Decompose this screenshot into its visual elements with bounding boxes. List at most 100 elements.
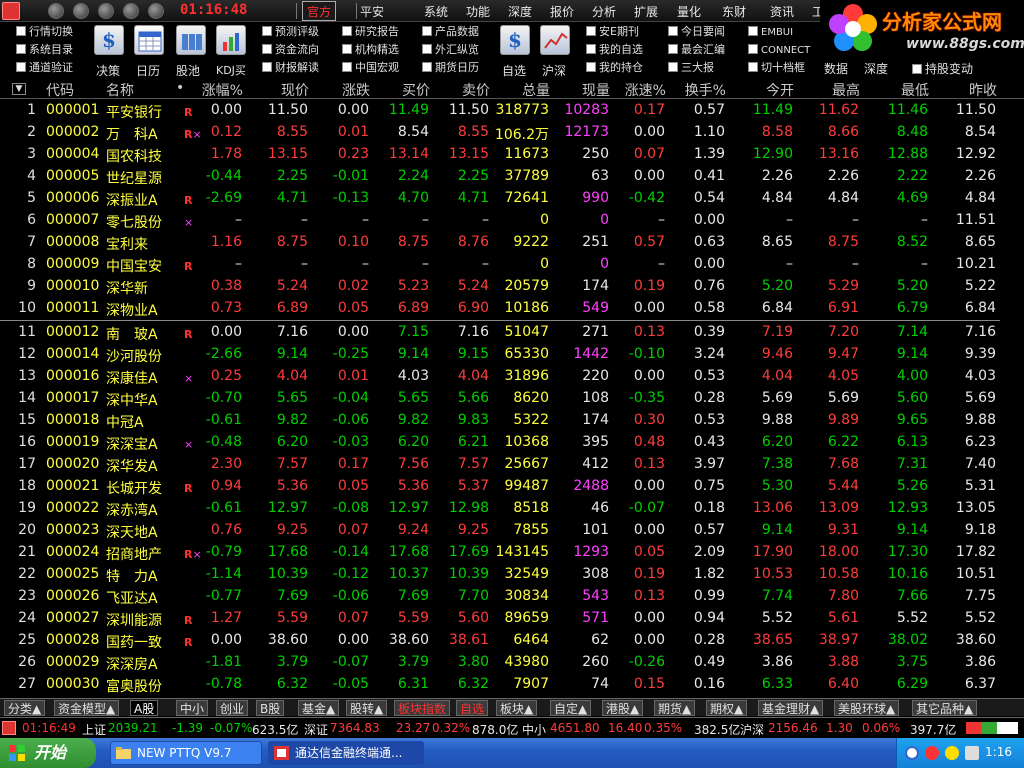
toolbar-item[interactable]: 期货日历 <box>422 62 479 74</box>
holding-change-item[interactable]: 持股变动 <box>912 60 973 77</box>
table-row[interactable]: 14 000017 深中华A -0.70 5.65 -0.04 5.65 5.66 8620 10… <box>0 388 1024 410</box>
table-row[interactable]: 18 000021 长城开发 R 0.94 5.36 0.05 5.36 5.37 99487 24… <box>0 476 1024 498</box>
back-circle-icon[interactable] <box>905 746 919 760</box>
toolbar-item[interactable]: 预测评级 <box>262 26 319 38</box>
data-link[interactable]: 数据 <box>824 60 848 77</box>
table-row[interactable]: 21 000024 招商地产 R× -0.79 17.68 -0.14 17.68 17.69 1… <box>0 542 1024 564</box>
toolbar-item[interactable]: 资金流向 <box>262 44 319 56</box>
table-row[interactable]: 16 000019 深深宝A × -0.48 6.20 -0.03 6.20 6.21 10368… <box>0 432 1024 454</box>
menu-extend[interactable]: 扩展 <box>634 3 658 20</box>
table-row[interactable]: 9 000010 深华新 0.38 5.24 0.02 5.23 5.24 20579 174 0.… <box>0 276 1024 298</box>
header-current-vol[interactable]: 现量 <box>582 80 610 100</box>
toolbar-item[interactable]: 我的自选 <box>586 44 643 56</box>
header-turnover[interactable]: 换手% <box>685 80 726 100</box>
up-icon[interactable] <box>98 3 114 19</box>
table-row[interactable]: 10 000011 深物业A 0.73 6.89 0.05 6.89 6.90 10186 549… <box>0 298 1024 320</box>
toolbar-item[interactable]: 切十档框 <box>748 62 805 74</box>
header-diff[interactable]: 涨跌 <box>342 80 370 100</box>
input-method-icon[interactable] <box>965 746 979 760</box>
tab-gem[interactable]: 创业 <box>216 700 249 716</box>
header-change-pct[interactable]: 涨幅% <box>202 80 243 100</box>
toolbar-item[interactable]: 产品数据 <box>422 26 479 38</box>
app-logo-icon[interactable] <box>2 2 20 20</box>
table-row[interactable]: 27 000030 富奥股份 -0.78 6.32 -0.05 6.31 6.32 7907 74… <box>0 674 1024 696</box>
tab-sme[interactable]: 中小 <box>176 700 209 716</box>
toolbar-item[interactable]: 我的持仓 <box>586 62 643 74</box>
table-row[interactable]: 13 000016 深康佳A × 0.25 4.04 0.01 4.03 4.04 31896 22… <box>0 366 1024 388</box>
menu-quote[interactable]: 报价 <box>550 3 574 20</box>
header-ask[interactable]: 卖价 <box>462 80 490 100</box>
tab-b-shares[interactable]: B股 <box>256 700 285 716</box>
shsz-button[interactable]: 沪深 <box>542 62 566 79</box>
table-row[interactable]: 22 000025 特 力A -1.14 10.39 -0.12 10.37 10.39 325… <box>0 564 1024 586</box>
toolbar-item[interactable]: 外汇纵览 <box>422 44 479 56</box>
table-row[interactable]: 4 000005 世纪星源 -0.44 2.25 -0.01 2.24 2.25 37789 63… <box>0 166 1024 188</box>
task-folder[interactable]: NEW PTTQ V9.7 <box>110 741 262 765</box>
table-row[interactable]: 3 000004 国农科技 1.78 13.15 0.23 13.14 13.15 11673 2… <box>0 144 1024 166</box>
table-row[interactable]: 8 000009 中国宝安 R – – – – – 0 0 – 0.00 – – – 10.21 <box>0 254 1024 276</box>
header-high[interactable]: 最高 <box>832 80 860 100</box>
toolbar-item[interactable]: 机构精选 <box>342 44 399 56</box>
stock-pool-icon[interactable] <box>176 25 206 55</box>
menu-analysis[interactable]: 分析 <box>592 3 616 20</box>
toolbar-item[interactable]: 三大报 <box>668 62 714 74</box>
menu-system[interactable]: 系统 <box>424 3 448 20</box>
table-row[interactable]: 1 000001 平安银行 R 0.00 11.50 0.00 11.49 11.50 31877… <box>0 100 1024 122</box>
header-speed[interactable]: 涨速% <box>625 80 666 100</box>
header-code[interactable]: 代码 <box>46 80 74 100</box>
tab-options[interactable]: 期权▲ <box>706 700 748 716</box>
tab-others[interactable]: 其它品种▲ <box>912 700 978 716</box>
forward-icon[interactable] <box>73 3 89 19</box>
tab-wealth[interactable]: 基金理财▲ <box>758 700 824 716</box>
calendar-button[interactable]: 日历 <box>136 62 160 79</box>
dollar-icon[interactable]: $ <box>94 25 124 55</box>
table-row[interactable]: 15 000018 中冠A -0.61 9.82 -0.06 9.82 9.83 5322 174… <box>0 410 1024 432</box>
toolbar-item[interactable]: 安E期刊 <box>586 26 639 38</box>
table-row[interactable]: 25 000028 国药一致 R 0.00 38.60 0.00 38.60 38.61 6464… <box>0 630 1024 652</box>
tab-watchlist[interactable]: 自选 <box>456 700 489 716</box>
header-volume[interactable]: 总量 <box>522 80 550 100</box>
stock-pool-button[interactable]: 股池 <box>176 62 200 79</box>
tab-a-shares[interactable]: A股 <box>130 700 159 716</box>
toolbar-item[interactable]: 通道验证 <box>16 62 73 74</box>
tab-pingan[interactable]: 平安 <box>360 3 384 20</box>
tab-category[interactable]: 分类▲ <box>4 700 46 716</box>
menu-depth[interactable]: 深度 <box>508 3 532 20</box>
dollar-icon[interactable]: $ <box>500 25 530 55</box>
toolbar-item[interactable]: 中国宏观 <box>342 62 399 74</box>
kdj-buy-button[interactable]: KDJ买 <box>216 62 246 78</box>
header-prev-close[interactable]: 昨收 <box>969 80 997 100</box>
table-row[interactable]: 11 000012 南 玻A R 0.00 7.16 0.00 7.15 7.16 51047 27… <box>0 322 1024 344</box>
toolbar-item[interactable]: 最会汇编 <box>668 44 725 56</box>
sort-menu-icon[interactable]: ▼ <box>12 83 26 95</box>
table-row[interactable]: 26 000029 深深房A -1.81 3.79 -0.07 3.79 3.80 43980 2… <box>0 652 1024 674</box>
header-price[interactable]: 现价 <box>281 80 309 100</box>
decision-button[interactable]: 决策 <box>96 62 120 79</box>
refresh-icon[interactable] <box>148 3 164 19</box>
tab-neeq[interactable]: 股转▲ <box>346 700 388 716</box>
table-row[interactable]: 12 000014 沙河股份 -2.66 9.14 -0.25 9.14 9.15 65330 1… <box>0 344 1024 366</box>
table-row[interactable]: 5 000006 深振业A R -2.69 4.71 -0.13 4.70 4.71 72641 9… <box>0 188 1024 210</box>
menu-quant[interactable]: 量化 <box>677 3 701 20</box>
tab-fund-model[interactable]: 资金模型▲ <box>54 700 120 716</box>
toolbar-item[interactable]: 财报解读 <box>262 62 319 74</box>
tab-custom[interactable]: 自定▲ <box>550 700 592 716</box>
toolbar-item[interactable]: 研究报告 <box>342 26 399 38</box>
start-button[interactable]: 开始 <box>0 738 96 768</box>
tab-futures[interactable]: 期货▲ <box>654 700 696 716</box>
toolbar-item[interactable]: EMBUI <box>748 26 793 39</box>
header-name[interactable]: 名称 <box>106 80 134 100</box>
header-dot[interactable]: • <box>176 80 184 96</box>
tab-official[interactable]: 官方 <box>302 1 337 21</box>
tab-hk[interactable]: 港股▲ <box>602 700 644 716</box>
toolbar-item[interactable]: CONNECT <box>748 44 810 57</box>
menu-function[interactable]: 功能 <box>466 3 490 20</box>
speaker-icon[interactable] <box>945 746 959 760</box>
table-row[interactable]: 17 000020 深华发A 2.30 7.57 0.17 7.56 7.57 25667 412… <box>0 454 1024 476</box>
table-row[interactable]: 6 000007 零七股份 × – – – – – 0 0 – 0.00 – – – 11.51 <box>0 210 1024 232</box>
tab-us-global[interactable]: 美股环球▲ <box>834 700 900 716</box>
line-chart-icon[interactable] <box>540 25 570 55</box>
brand-url[interactable]: www.88gs.com <box>906 36 1024 52</box>
table-row[interactable]: 2 000002 万 科A R× 0.12 8.55 0.01 8.54 8.55 106.2万 1… <box>0 122 1024 144</box>
toolbar-item[interactable]: 今日要闻 <box>668 26 725 38</box>
